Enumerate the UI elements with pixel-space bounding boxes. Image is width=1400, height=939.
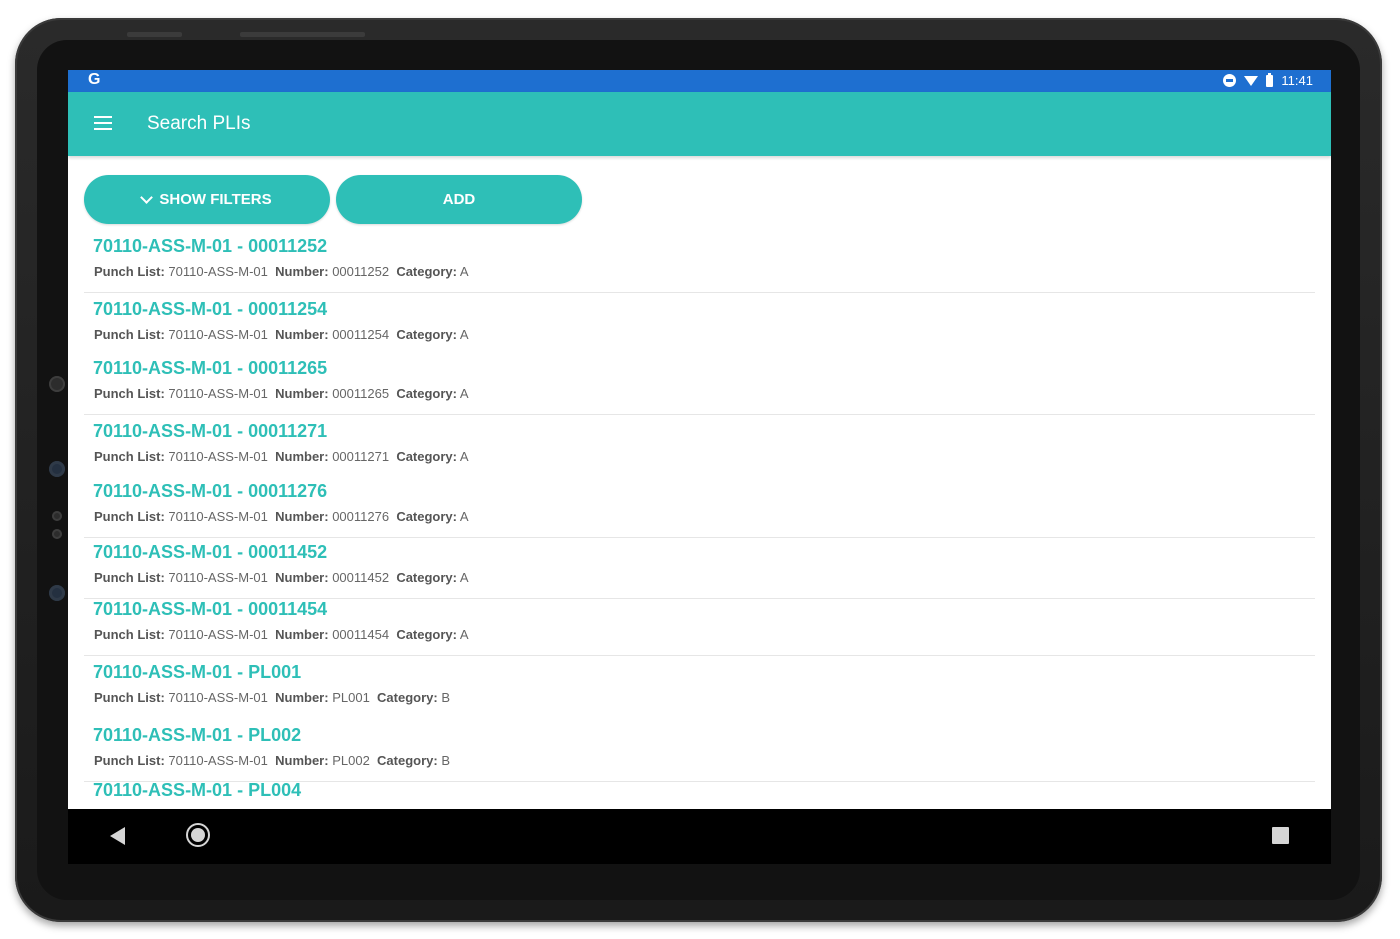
sensor-icon (49, 461, 65, 477)
item-meta: Punch List: 70110-ASS-M-01 Number: PL002… (94, 753, 451, 768)
item-meta: Punch List: 70110-ASS-M-01 Number: 00011… (94, 264, 469, 279)
item-meta: Punch List: 70110-ASS-M-01 Number: 00011… (94, 449, 469, 464)
item-title: 70110-ASS-M-01 - PL002 (93, 725, 302, 745)
item-meta: Punch List: 70110-ASS-M-01 Number: 00011… (94, 627, 469, 642)
item-title: 70110-ASS-M-01 - 00011252 (93, 236, 328, 256)
item-meta: Punch List: 70110-ASS-M-01 Number: PL001… (94, 690, 451, 705)
show-filters-button[interactable]: SHOW FILTERS (84, 175, 330, 224)
google-app-icon: G (88, 71, 101, 88)
status-bar: G 11:41 (68, 70, 1331, 92)
page-title: Search PLIs (147, 113, 251, 134)
home-icon[interactable] (186, 823, 210, 847)
item-title: 70110-ASS-M-01 - 00011454 (93, 599, 328, 619)
item-meta: Punch List: 70110-ASS-M-01 Number: 00011… (94, 386, 469, 401)
chevron-down-icon (140, 190, 154, 204)
navigation-bar (68, 809, 1331, 864)
item-title: 70110-ASS-M-01 - 00011271 (93, 421, 328, 441)
hamburger-menu-icon[interactable] (94, 116, 112, 130)
device-screen: G 11:41 Search PLIs SHOW FILTERS ADD 701… (68, 70, 1331, 864)
item-meta: Punch List: 70110-ASS-M-01 Number: 00011… (94, 570, 469, 585)
divider (84, 537, 1315, 538)
item-title: 70110-ASS-M-01 - 00011452 (93, 542, 328, 562)
hardware-button[interactable] (127, 32, 182, 37)
divider (84, 292, 1315, 293)
add-button[interactable]: ADD (336, 175, 582, 224)
show-filters-label: SHOW FILTERS (159, 191, 272, 208)
back-icon[interactable] (110, 827, 125, 845)
front-camera-icon (49, 376, 65, 392)
camera-lens-icon (49, 585, 65, 601)
item-title: 70110-ASS-M-01 - PL004 (93, 780, 302, 800)
divider (84, 414, 1315, 415)
wifi-icon (1244, 75, 1259, 86)
app-bar: Search PLIs (68, 92, 1331, 156)
item-title: 70110-ASS-M-01 - 00011265 (93, 358, 328, 378)
status-icons: 11:41 (1223, 72, 1313, 88)
recent-apps-icon[interactable] (1272, 827, 1289, 844)
volume-button[interactable] (240, 32, 365, 37)
sensor-dot-icon (52, 511, 62, 521)
battery-icon (1266, 72, 1274, 87)
item-title: 70110-ASS-M-01 - 00011254 (93, 299, 328, 319)
divider (84, 655, 1315, 656)
sensor-dot-icon (52, 529, 62, 539)
item-title: 70110-ASS-M-01 - PL001 (93, 662, 302, 682)
status-time: 11:41 (1281, 73, 1313, 88)
item-meta: Punch List: 70110-ASS-M-01 Number: 00011… (94, 327, 469, 342)
do-not-disturb-icon (1223, 74, 1237, 87)
add-label: ADD (442, 191, 476, 208)
item-title: 70110-ASS-M-01 - 00011276 (93, 481, 328, 501)
item-meta: Punch List: 70110-ASS-M-01 Number: 00011… (94, 509, 469, 524)
